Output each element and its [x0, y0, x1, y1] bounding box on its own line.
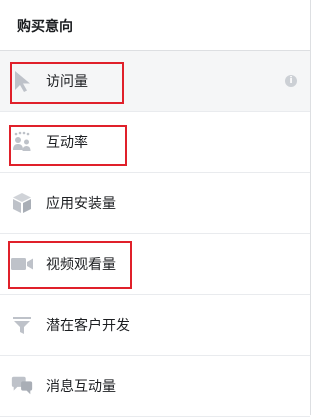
objective-panel: 购买意向 访问量 i 互动率 应用安装量 视频观看量 潜在客户开发 消息互动量: [0, 0, 311, 417]
objective-item-messages[interactable]: 消息互动量: [0, 356, 310, 417]
cursor-icon: [10, 69, 34, 93]
objective-label: 互动率: [46, 135, 88, 151]
chat-bubbles-icon: [10, 374, 34, 398]
cube-icon: [10, 191, 34, 215]
video-camera-icon: [10, 252, 34, 276]
info-icon[interactable]: i: [285, 75, 297, 87]
people-icon: [10, 130, 34, 154]
funnel-icon: [10, 313, 34, 337]
objective-label: 访问量: [46, 74, 88, 90]
section-title: 购买意向: [0, 0, 310, 51]
objective-label: 视频观看量: [46, 257, 116, 273]
objective-item-traffic[interactable]: 访问量 i: [0, 51, 310, 112]
objective-item-app-installs[interactable]: 应用安装量: [0, 173, 310, 234]
objective-label: 潜在客户开发: [46, 318, 130, 334]
objective-item-engagement[interactable]: 互动率: [0, 112, 310, 173]
objective-item-video-views[interactable]: 视频观看量: [0, 234, 310, 295]
objective-label: 消息互动量: [46, 379, 116, 395]
objective-label: 应用安装量: [46, 196, 116, 212]
objective-item-lead-generation[interactable]: 潜在客户开发: [0, 295, 310, 356]
